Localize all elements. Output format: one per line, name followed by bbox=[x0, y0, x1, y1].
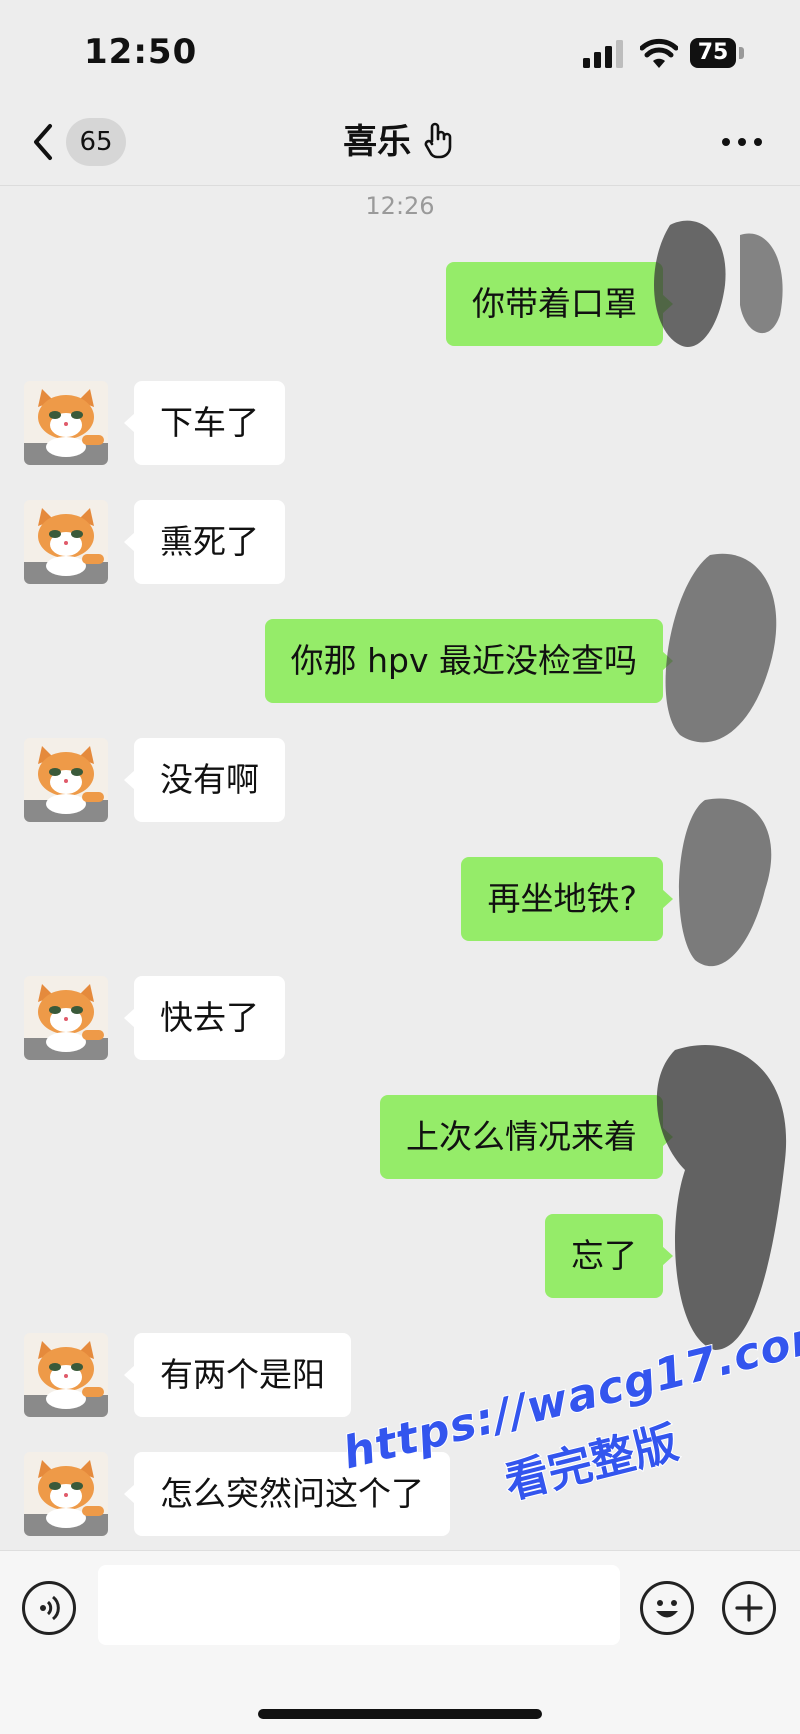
input-bar bbox=[0, 1550, 800, 1734]
status-time: 12:50 bbox=[84, 32, 198, 72]
home-indicator bbox=[258, 1709, 542, 1719]
hand-gesture-icon bbox=[424, 122, 452, 159]
battery-nub bbox=[739, 47, 744, 59]
avatar[interactable] bbox=[24, 1452, 108, 1536]
outgoing-message-row: 忘了 bbox=[0, 1214, 800, 1298]
outgoing-message-row: 再坐地铁? bbox=[0, 857, 800, 941]
outgoing-message-bubble[interactable]: 你带着口罩 bbox=[446, 262, 673, 346]
outgoing-message-bubble[interactable]: 忘了 bbox=[545, 1214, 673, 1298]
wifi-icon bbox=[640, 38, 678, 68]
outgoing-message-row: 你那 hpv 最近没检查吗 bbox=[0, 619, 800, 703]
incoming-message-row: 熏死了 bbox=[0, 500, 800, 584]
avatar[interactable] bbox=[24, 738, 108, 822]
outgoing-message-row: 你带着口罩 bbox=[0, 262, 800, 346]
avatar[interactable] bbox=[24, 500, 108, 584]
avatar[interactable] bbox=[24, 976, 108, 1060]
message-input[interactable] bbox=[98, 1565, 620, 1645]
outgoing-message-bubble[interactable]: 你那 hpv 最近没检查吗 bbox=[264, 619, 674, 703]
voice-icon[interactable] bbox=[22, 1581, 76, 1635]
avatar[interactable] bbox=[24, 1333, 108, 1417]
incoming-message-row: 快去了 bbox=[0, 976, 800, 1060]
incoming-message-row: 下车了 bbox=[0, 381, 800, 465]
outgoing-message-bubble[interactable]: 上次么情况来着 bbox=[380, 1095, 673, 1179]
battery-icon: 75 bbox=[690, 38, 746, 68]
signal-icon bbox=[583, 40, 623, 68]
battery-level: 75 bbox=[690, 38, 736, 68]
outgoing-message-bubble[interactable]: 再坐地铁? bbox=[461, 857, 673, 941]
outgoing-message-row: 上次么情况来着 bbox=[0, 1095, 800, 1179]
incoming-message-bubble[interactable]: 快去了 bbox=[124, 976, 285, 1060]
plus-icon[interactable] bbox=[722, 1581, 776, 1635]
status-bar: 12:50 75 bbox=[0, 0, 800, 100]
incoming-message-bubble[interactable]: 有两个是阳 bbox=[124, 1333, 351, 1417]
chat-title: 喜乐 bbox=[0, 120, 800, 164]
incoming-message-bubble[interactable]: 没有啊 bbox=[124, 738, 285, 822]
incoming-message-bubble[interactable]: 下车了 bbox=[124, 381, 285, 465]
chat-title-text: 喜乐 bbox=[343, 122, 412, 162]
smudge-overlay-4 bbox=[656, 1044, 787, 1350]
nav-bar: 65 喜乐 bbox=[0, 100, 800, 186]
emoji-icon[interactable] bbox=[640, 1581, 694, 1635]
incoming-message-bubble[interactable]: 熏死了 bbox=[124, 500, 285, 584]
message-timestamp: 12:26 bbox=[365, 192, 435, 220]
more-dots-icon[interactable] bbox=[720, 130, 764, 154]
avatar[interactable] bbox=[24, 381, 108, 465]
incoming-message-row: 没有啊 bbox=[0, 738, 800, 822]
